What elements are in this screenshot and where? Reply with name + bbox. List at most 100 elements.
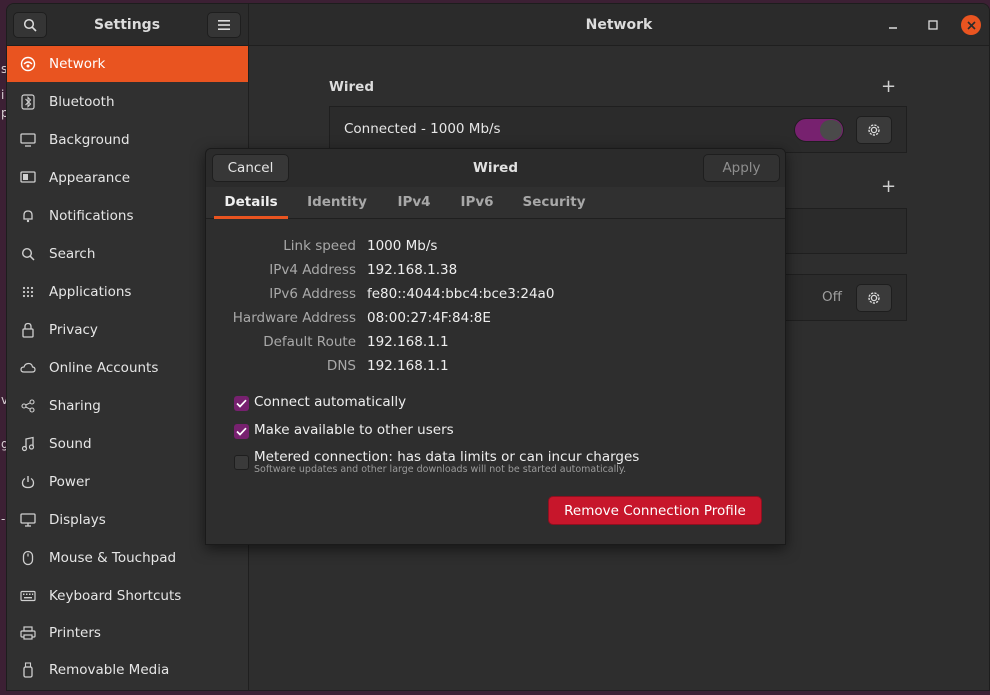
search-icon xyxy=(19,245,37,263)
gear-icon xyxy=(868,292,880,304)
network-icon xyxy=(19,55,37,73)
sidebar-header: Settings xyxy=(7,4,249,46)
proxy-status: Off xyxy=(822,289,842,305)
detail-row-ipv6: IPv6 Address fe80::4044:bbc4:bce3:24a0 xyxy=(206,284,785,304)
tab-ipv6[interactable]: IPv6 xyxy=(453,187,501,219)
metered-checkbox[interactable] xyxy=(234,455,249,470)
dialog-title: Wired xyxy=(473,160,518,176)
gear-icon xyxy=(868,124,880,136)
sidebar-item-label: Applications xyxy=(49,284,132,300)
checkmark-icon xyxy=(236,427,247,436)
usb-icon xyxy=(19,661,37,679)
remove-connection-button[interactable]: Remove Connection Profile xyxy=(548,496,762,525)
sidebar-item-label: Background xyxy=(49,132,130,148)
main-header: Network xyxy=(249,4,989,46)
connect-auto-label: Connect automatically xyxy=(254,394,407,410)
close-icon xyxy=(966,20,976,30)
sidebar-item-label: Sound xyxy=(49,436,92,452)
sidebar-item-keyboard-shortcuts[interactable]: Keyboard Shortcuts xyxy=(7,578,248,614)
bluetooth-icon xyxy=(19,93,37,111)
sidebar-item-label: Removable Media xyxy=(49,662,170,678)
wired-connection-row: Connected - 1000 Mb/s xyxy=(329,106,907,153)
sidebar-item-label: Bluetooth xyxy=(49,94,115,110)
detail-value: 192.168.1.38 xyxy=(367,262,458,278)
keyboard-icon xyxy=(19,587,37,605)
sidebar-item-label: Displays xyxy=(49,512,106,528)
detail-value: 08:00:27:4F:84:8E xyxy=(367,310,491,326)
detail-value: fe80::4044:bbc4:bce3:24a0 xyxy=(367,286,555,302)
lock-icon xyxy=(19,321,37,339)
detail-row-hardware: Hardware Address 08:00:27:4F:84:8E xyxy=(206,308,785,328)
power-icon xyxy=(19,473,37,491)
display-icon xyxy=(19,511,37,529)
sidebar-title: Settings xyxy=(93,17,161,33)
add-vpn-button[interactable]: + xyxy=(881,176,896,197)
wired-status: Connected - 1000 Mb/s xyxy=(344,121,501,137)
metered-sublabel: Software updates and other large downloa… xyxy=(254,464,627,475)
metered-label: Metered connection: has data limits or c… xyxy=(254,449,640,465)
detail-row-default-route: Default Route 192.168.1.1 xyxy=(206,332,785,352)
minimize-icon xyxy=(889,27,897,29)
grid-icon xyxy=(19,283,37,301)
wired-dialog: Wired Cancel Apply Details Identity IPv4… xyxy=(205,148,786,545)
tab-identity[interactable]: Identity xyxy=(302,187,372,219)
mouse-icon xyxy=(19,549,37,567)
appearance-icon xyxy=(19,169,37,187)
detail-key: IPv6 Address xyxy=(269,286,356,302)
plus-icon: + xyxy=(881,176,897,197)
sidebar-item-removable-media[interactable]: Removable Media xyxy=(7,652,248,688)
sidebar-item-label: Privacy xyxy=(49,322,98,338)
add-wired-button[interactable]: + xyxy=(881,76,896,97)
connect-auto-checkbox[interactable] xyxy=(234,396,249,411)
hamburger-icon xyxy=(218,20,230,30)
maximize-button[interactable] xyxy=(923,15,943,35)
music-note-icon xyxy=(19,435,37,453)
sidebar-item-printers[interactable]: Printers xyxy=(7,615,248,651)
sidebar-item-label: Printers xyxy=(49,625,101,641)
bell-icon xyxy=(19,207,37,225)
detail-row-ipv4: IPv4 Address 192.168.1.38 xyxy=(206,260,785,280)
detail-value: 1000 Mb/s xyxy=(367,238,438,254)
search-button[interactable] xyxy=(13,12,47,38)
wired-settings-button[interactable] xyxy=(856,116,892,144)
proxy-settings-button[interactable] xyxy=(856,284,892,312)
detail-key: IPv4 Address xyxy=(269,262,356,278)
sidebar-item-label: Appearance xyxy=(49,170,131,186)
detail-key: DNS xyxy=(326,358,356,374)
monitor-icon xyxy=(19,131,37,149)
checkmark-icon xyxy=(236,399,247,408)
wired-section-title: Wired xyxy=(329,79,374,95)
sidebar-item-network[interactable]: Network xyxy=(7,46,248,82)
dialog-tabs: Details Identity IPv4 IPv6 Security xyxy=(206,187,785,219)
desktop-fragment: - xyxy=(1,512,6,526)
available-all-checkbox[interactable] xyxy=(234,424,249,439)
sidebar-item-label: Sharing xyxy=(49,398,101,414)
search-icon xyxy=(23,18,37,32)
sidebar-item-label: Mouse & Touchpad xyxy=(49,550,177,566)
sidebar-item-bluetooth[interactable]: Bluetooth xyxy=(7,84,248,120)
tab-details[interactable]: Details xyxy=(214,187,288,219)
detail-row-dns: DNS 192.168.1.1 xyxy=(206,356,785,376)
wired-toggle[interactable] xyxy=(794,118,844,142)
menu-button[interactable] xyxy=(207,12,241,38)
desktop-fragment: i xyxy=(1,88,5,102)
cancel-button[interactable]: Cancel xyxy=(212,154,289,182)
tab-security[interactable]: Security xyxy=(518,187,590,219)
minimize-button[interactable] xyxy=(883,15,903,35)
sidebar-item-label: Notifications xyxy=(49,208,134,224)
available-all-label: Make available to other users xyxy=(254,422,454,438)
tab-ipv4[interactable]: IPv4 xyxy=(390,187,438,219)
apply-button[interactable]: Apply xyxy=(703,154,780,182)
detail-value: 192.168.1.1 xyxy=(367,358,449,374)
close-button[interactable] xyxy=(961,15,981,35)
sidebar-item-mouse-touchpad[interactable]: Mouse & Touchpad xyxy=(7,540,248,576)
sidebar-item-label: Online Accounts xyxy=(49,360,159,376)
printer-icon xyxy=(19,624,37,642)
share-icon xyxy=(19,397,37,415)
detail-key: Link speed xyxy=(283,238,356,254)
page-title: Network xyxy=(585,17,653,33)
sidebar-item-label: Search xyxy=(49,246,96,262)
cloud-icon xyxy=(19,359,37,377)
sidebar-item-label: Network xyxy=(49,56,106,72)
detail-key: Default Route xyxy=(263,334,356,350)
